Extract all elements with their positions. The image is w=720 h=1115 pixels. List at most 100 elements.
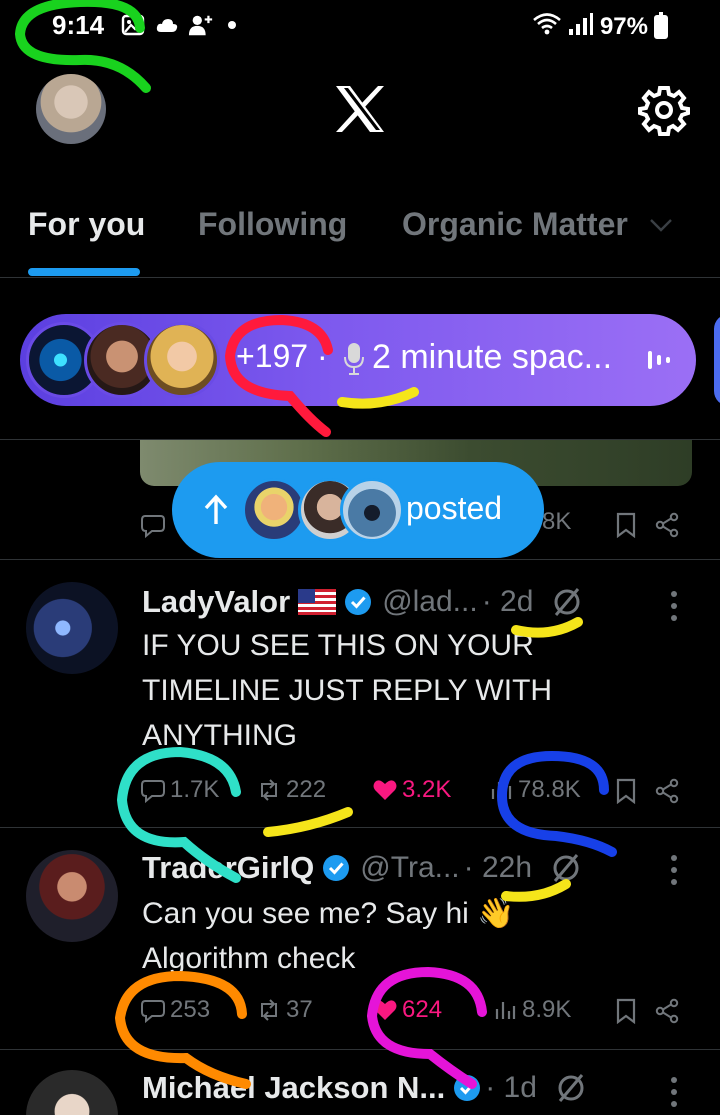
battery-percent: 97% [599, 12, 648, 40]
tweet-text-line: IF YOU SEE THIS ON YOUR [142, 629, 534, 662]
reply-button[interactable]: 1.7K [140, 776, 219, 804]
tweet[interactable]: Michael Jackson N... · 1d [0, 1050, 720, 1115]
repost-count: 222 [286, 776, 327, 803]
author-handle: @Tra... [360, 851, 460, 884]
reply-icon [141, 1000, 165, 1023]
like-count: 624 [402, 996, 443, 1023]
poster-avatar [242, 478, 306, 542]
like-button[interactable]: 3.2K [372, 776, 451, 804]
tweet-text: Can you see me? Say hi 👋 Algorithm check [142, 891, 702, 981]
tweet-text-line: Can you see me? Say hi 👋 [142, 897, 515, 930]
grok-icon[interactable] [551, 586, 583, 618]
battery-icon [654, 11, 668, 39]
bookmark-icon[interactable] [614, 998, 638, 1024]
x-logo[interactable] [334, 84, 386, 134]
tweet-time: · 22h [463, 851, 533, 884]
profile-avatar[interactable] [36, 74, 106, 144]
space-title: 2 minute spac... [372, 338, 613, 376]
views-button[interactable]: 78.8K [488, 776, 581, 804]
author-avatar[interactable] [26, 582, 118, 674]
add-person-icon [188, 12, 214, 38]
active-tab-indicator [28, 268, 140, 276]
views-chart-icon [491, 782, 512, 799]
us-flag-icon [298, 589, 337, 615]
bookmark-icon[interactable] [614, 512, 638, 538]
top-header [0, 64, 720, 154]
more-options-icon[interactable] [662, 1074, 686, 1110]
bookmark-icon[interactable] [614, 778, 638, 804]
wifi-icon [532, 12, 562, 41]
tab-organic-matter[interactable]: Organic Matter [402, 206, 628, 243]
reply-count: 1.7K [170, 776, 220, 803]
live-space-pill[interactable]: +197 · 2 minute spac... [20, 314, 696, 406]
poster-avatar [340, 478, 404, 542]
repost-icon [261, 779, 277, 801]
tab-following[interactable]: Following [198, 206, 347, 243]
arrow-up-icon [204, 494, 228, 524]
repost-button[interactable]: 37 [256, 996, 313, 1024]
like-count: 3.2K [402, 776, 452, 803]
tweet-actions: 1.7K 222 3.2K 78.8K [140, 776, 692, 810]
view-count: 78.8K [518, 776, 581, 803]
space-host-avatar [144, 322, 220, 398]
author-avatar[interactable] [26, 850, 118, 942]
tweet-header: Michael Jackson N... · 1d [142, 1070, 587, 1106]
reply-icon[interactable] [140, 512, 166, 538]
share-icon[interactable] [654, 778, 680, 804]
timeline-tabs: For you Following Organic Matter [0, 190, 720, 278]
next-space-pill[interactable] [714, 314, 720, 406]
tweet-text-line: ANYTHING [142, 719, 298, 752]
posted-label: posted [406, 490, 503, 526]
audio-wave-icon [648, 351, 670, 369]
author-name[interactable]: TraderGirlQ [142, 850, 314, 886]
views-chart-icon [495, 1002, 516, 1019]
reply-count: 253 [170, 996, 211, 1023]
spaces-bar: +197 · 2 minute spac... [0, 280, 720, 440]
share-icon[interactable] [654, 512, 680, 538]
reply-button[interactable]: 253 [140, 996, 210, 1024]
chevron-down-icon[interactable] [648, 212, 674, 238]
author-handle: @lad... [382, 585, 478, 618]
view-count: 8.9K [522, 996, 572, 1023]
tweet-text: IF YOU SEE THIS ON YOUR TIMELINE JUST RE… [142, 623, 702, 758]
tweet-actions: 253 37 624 8.9K [140, 996, 692, 1030]
more-options-icon[interactable] [662, 588, 686, 624]
heart-icon [373, 780, 397, 800]
tweet-header: TraderGirlQ @Tra... · 22h [142, 850, 582, 886]
status-bar: 9:14 97% [0, 0, 720, 56]
status-icons-left [120, 12, 236, 38]
tweet[interactable]: LadyValor @lad... · 2d IF YOU SEE THIS O… [0, 560, 720, 828]
repost-button[interactable]: 222 [256, 776, 326, 804]
grok-icon[interactable] [550, 852, 582, 884]
tweet-header: LadyValor @lad... · 2d [142, 584, 583, 620]
space-listener-count: +197 · [236, 338, 328, 374]
verified-badge-icon [454, 1075, 481, 1101]
views-button[interactable]: 8.9K [492, 996, 571, 1024]
more-options-icon[interactable] [662, 852, 686, 888]
gear-icon[interactable] [638, 84, 690, 136]
tweet-text-line: Algorithm check [142, 942, 356, 975]
repost-icon [261, 999, 277, 1021]
verified-badge-icon [345, 589, 372, 615]
share-icon[interactable] [654, 998, 680, 1024]
tweet[interactable]: TraderGirlQ @Tra... · 22h Can you see me… [0, 828, 720, 1050]
tab-for-you[interactable]: For you [28, 206, 145, 243]
cloud-icon [154, 12, 180, 38]
heart-icon [373, 1000, 397, 1020]
view-count: 8K [542, 508, 572, 535]
grok-icon[interactable] [555, 1072, 587, 1104]
notification-dot [228, 21, 236, 29]
repost-count: 37 [286, 996, 313, 1023]
verified-badge-icon [323, 855, 350, 881]
tweet-time: · 1d [485, 1071, 537, 1104]
author-avatar[interactable] [26, 1070, 118, 1115]
status-icons-right: 97% [532, 11, 668, 41]
gallery-icon [120, 12, 146, 38]
reply-icon [141, 780, 165, 803]
new-posts-banner[interactable]: posted [172, 462, 544, 558]
author-name[interactable]: Michael Jackson N... [142, 1070, 445, 1106]
tweet-time: · 2d [481, 585, 534, 618]
author-name[interactable]: LadyValor [142, 584, 290, 620]
microphone-icon [344, 343, 364, 375]
like-button[interactable]: 624 [372, 996, 442, 1024]
